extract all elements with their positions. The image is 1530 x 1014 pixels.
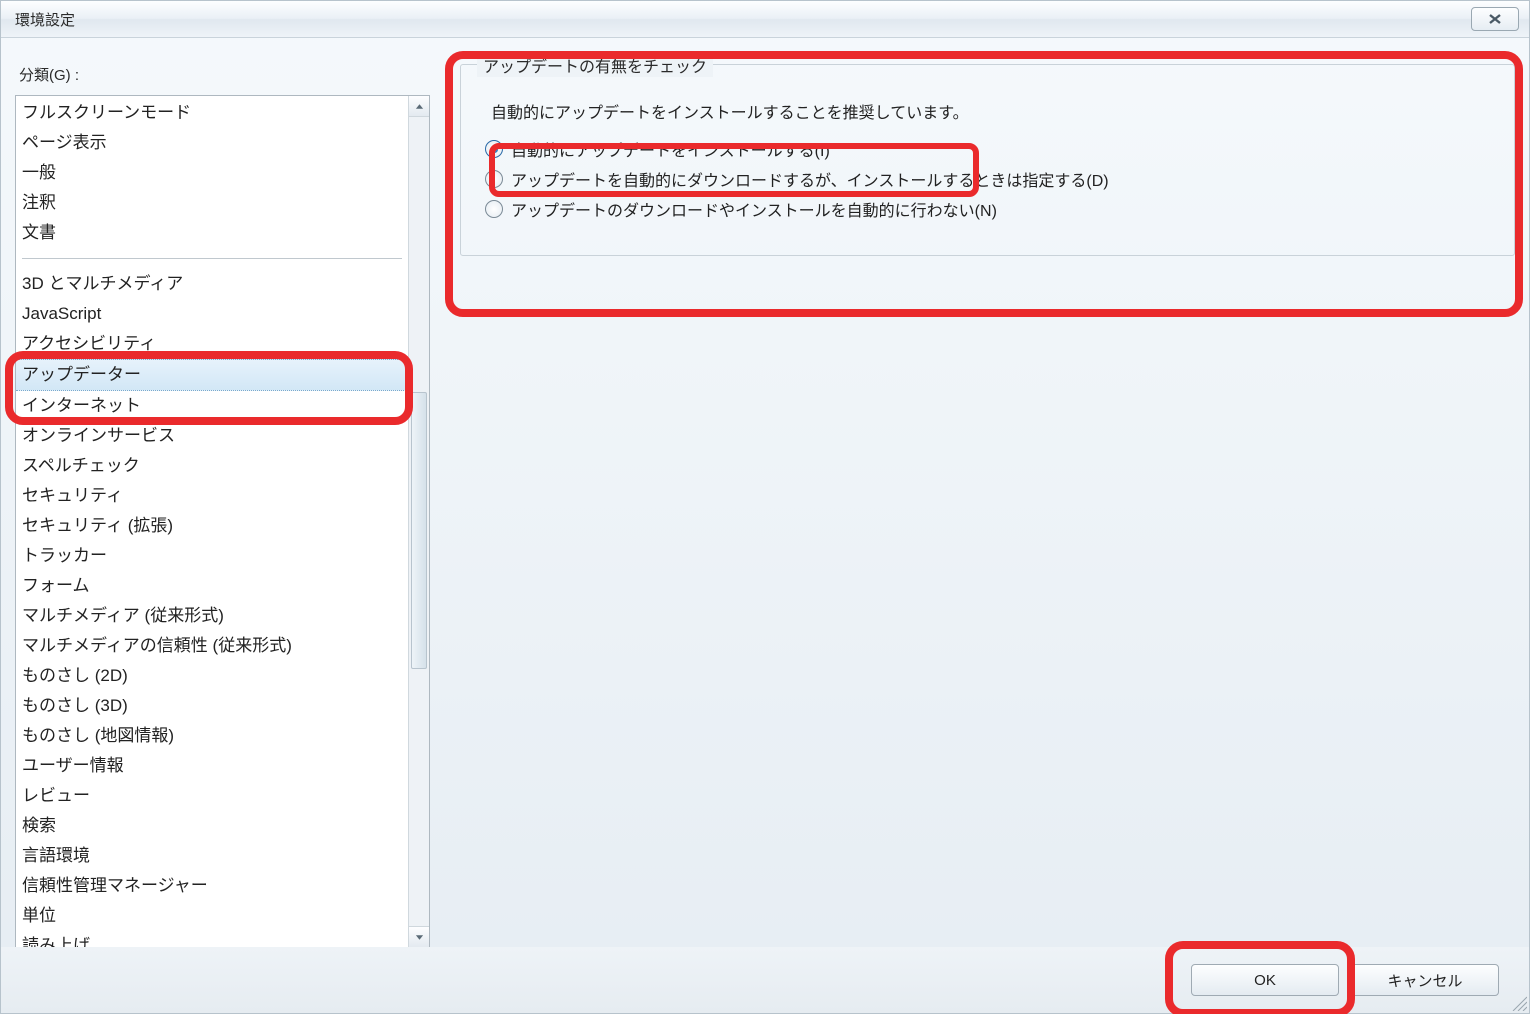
list-item[interactable]: ページ表示: [16, 128, 408, 158]
radio-label: アップデートのダウンロードやインストールを自動的に行わない(N): [511, 197, 997, 221]
list-item[interactable]: 検索: [16, 811, 408, 841]
sidebar: 分類(G) : フルスクリーンモードページ表示一般注釈文書 3D とマルチメディア…: [15, 52, 430, 948]
resize-grip[interactable]: [1509, 993, 1527, 1011]
scrollbar-track[interactable]: [409, 117, 429, 926]
list-item[interactable]: 文書: [16, 218, 408, 248]
list-item[interactable]: ものさし (3D): [16, 691, 408, 721]
settings-panel: アップデートの有無をチェック 自動的にアップデートをインストールすることを推奨し…: [430, 52, 1515, 948]
update-option-row[interactable]: アップデートのダウンロードやインストールを自動的に行わない(N): [485, 197, 1490, 221]
list-item[interactable]: マルチメディアの信頼性 (従来形式): [16, 631, 408, 661]
list-item[interactable]: フォーム: [16, 571, 408, 601]
list-item[interactable]: レビュー: [16, 781, 408, 811]
titlebar: 環境設定: [1, 1, 1529, 38]
list-item[interactable]: JavaScript: [16, 299, 408, 329]
ok-button[interactable]: OK: [1191, 964, 1339, 996]
update-option-row[interactable]: 自動的にアップデートをインストールする(I): [485, 137, 1490, 161]
category-label: 分類(G) :: [19, 64, 430, 85]
list-item[interactable]: 3D とマルチメディア: [16, 269, 408, 299]
list-item[interactable]: トラッカー: [16, 541, 408, 571]
list-item[interactable]: ユーザー情報: [16, 751, 408, 781]
scrollbar-thumb[interactable]: [411, 392, 427, 669]
list-item[interactable]: スペルチェック: [16, 451, 408, 481]
update-check-group: アップデートの有無をチェック 自動的にアップデートをインストールすることを推奨し…: [460, 64, 1515, 256]
list-item[interactable]: セキュリティ: [16, 481, 408, 511]
dialog-body: 分類(G) : フルスクリーンモードページ表示一般注釈文書 3D とマルチメディア…: [1, 38, 1529, 948]
radio-button[interactable]: [485, 170, 503, 188]
dialog-footer: OK キャンセル: [1, 947, 1529, 1013]
listbox-scrollbar[interactable]: [408, 96, 429, 947]
close-button[interactable]: [1471, 7, 1519, 31]
list-item[interactable]: ものさし (地図情報): [16, 721, 408, 751]
scroll-up-button[interactable]: [409, 96, 429, 117]
list-item[interactable]: インターネット: [16, 391, 408, 421]
list-item[interactable]: ものさし (2D): [16, 661, 408, 691]
list-item[interactable]: オンラインサービス: [16, 421, 408, 451]
list-item[interactable]: フルスクリーンモード: [16, 98, 408, 128]
radio-button[interactable]: [485, 200, 503, 218]
update-option-row[interactable]: アップデートを自動的にダウンロードするが、インストールするときは指定する(D): [485, 167, 1490, 191]
list-item[interactable]: 単位: [16, 901, 408, 931]
list-item[interactable]: 一般: [16, 158, 408, 188]
category-listbox[interactable]: フルスクリーンモードページ表示一般注釈文書 3D とマルチメディアJavaScri…: [16, 96, 408, 947]
close-icon: [1488, 14, 1502, 24]
cancel-button[interactable]: キャンセル: [1351, 964, 1499, 996]
radio-label: 自動的にアップデートをインストールする(I): [511, 137, 830, 161]
list-separator: [22, 258, 402, 259]
preferences-window: 環境設定 分類(G) : フルスクリーンモードページ表示一般注釈文書 3D とマル…: [0, 0, 1530, 1014]
list-item[interactable]: 読み上げ: [16, 931, 408, 947]
group-legend: アップデートの有無をチェック: [477, 53, 713, 77]
category-list-wrap: フルスクリーンモードページ表示一般注釈文書 3D とマルチメディアJavaScri…: [15, 95, 430, 948]
chevron-up-icon: [415, 103, 424, 110]
ok-button-label: OK: [1254, 972, 1276, 989]
list-item[interactable]: アクセシビリティ: [16, 329, 408, 359]
chevron-down-icon: [415, 934, 424, 941]
scroll-down-button[interactable]: [409, 926, 429, 947]
radio-label: アップデートを自動的にダウンロードするが、インストールするときは指定する(D): [511, 167, 1109, 191]
list-item[interactable]: マルチメディア (従来形式): [16, 601, 408, 631]
list-item[interactable]: アップデーター: [16, 359, 408, 391]
list-item[interactable]: 信頼性管理マネージャー: [16, 871, 408, 901]
radio-button[interactable]: [485, 140, 503, 158]
list-item[interactable]: 注釈: [16, 188, 408, 218]
cancel-button-label: キャンセル: [1387, 970, 1462, 991]
list-item[interactable]: 言語環境: [16, 841, 408, 871]
group-description: 自動的にアップデートをインストールすることを推奨しています。: [491, 99, 1490, 123]
list-item[interactable]: セキュリティ (拡張): [16, 511, 408, 541]
window-title: 環境設定: [15, 9, 75, 30]
